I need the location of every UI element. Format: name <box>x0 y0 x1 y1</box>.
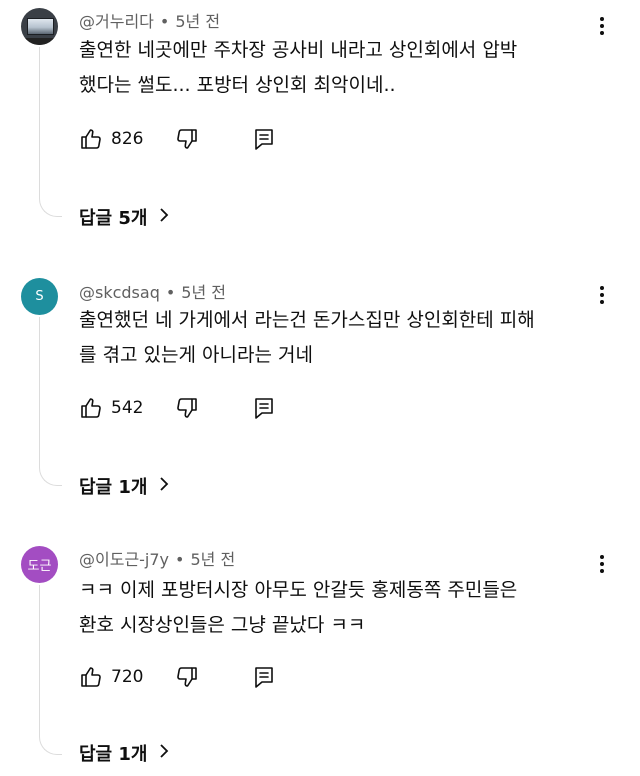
chevron-right-icon <box>159 207 169 228</box>
comment-text: ㅋㅋ 이제 포방터시장 아무도 안갈듯 홍제동쪽 주민들은 환호 시장상인들은 … <box>79 573 609 643</box>
comment-reply-icon[interactable] <box>253 396 275 420</box>
comment-time: 5년 전 <box>190 550 236 569</box>
view-replies-button[interactable]: 답글 5개 <box>79 204 169 230</box>
comment-meta: @이도근-j7y • 5년 전 <box>79 550 236 569</box>
comment-time: 5년 전 <box>175 12 221 31</box>
comment-text-line: 했다는 썰도... 포방터 상인회 최악이네.. <box>79 74 396 96</box>
comment-actions: 826 <box>79 124 275 154</box>
thread-line <box>39 47 62 217</box>
thumbs-up-icon[interactable] <box>79 665 103 689</box>
avatar-photo-base <box>21 38 58 45</box>
thumbs-up-icon[interactable] <box>79 127 103 151</box>
comment: 도근 @이도근-j7y • 5년 전 ㅋㅋ 이제 포방터시장 아무도 안갈듯 홍제동… <box>0 538 640 776</box>
like-count: 720 <box>111 667 144 687</box>
comment: S @skcdsaq • 5년 전 출연했던 네 가게에서 라는건 돈가스집만 상인… <box>0 269 640 538</box>
thumbs-down-icon[interactable] <box>175 127 199 151</box>
thread-line <box>39 585 62 755</box>
view-replies-button[interactable]: 답글 1개 <box>79 740 169 766</box>
like-count: 826 <box>111 129 144 149</box>
comment-time: 5년 전 <box>181 283 227 302</box>
avatar-label: S <box>35 289 44 304</box>
comment-meta: @skcdsaq • 5년 전 <box>79 283 227 302</box>
comment-actions: 542 <box>79 393 275 423</box>
comment-text-line: 를 겪고 있는게 아니라는 거네 <box>79 344 313 366</box>
comment-text: 출연한 네곳에만 주차장 공사비 내라고 상인회에서 압박 했다는 썰도... … <box>79 33 609 103</box>
replies-count: 답글 5개 <box>79 208 148 229</box>
comment-author[interactable]: @거누리다 <box>79 12 154 31</box>
comment-text-line: 출연했던 네 가게에서 라는건 돈가스집만 상인회한테 피해 <box>79 309 535 331</box>
comment-text-line: 출연한 네곳에만 주차장 공사비 내라고 상인회에서 압박 <box>79 39 518 61</box>
comment-author[interactable]: @이도근-j7y <box>79 550 169 569</box>
replies-count: 답글 1개 <box>79 744 148 765</box>
thumbs-up-icon[interactable] <box>79 396 103 420</box>
like-count: 542 <box>111 398 144 418</box>
chevron-right-icon <box>159 743 169 764</box>
comment: @거누리다 • 5년 전 출연한 네곳에만 주차장 공사비 내라고 상인회에서 압박… <box>0 0 640 269</box>
thread-line <box>39 317 62 486</box>
view-replies-button[interactable]: 답글 1개 <box>79 473 169 499</box>
avatar[interactable]: S <box>21 278 58 315</box>
thumbs-down-icon[interactable] <box>175 396 199 420</box>
chevron-right-icon <box>159 476 169 497</box>
avatar[interactable]: 도근 <box>21 546 58 583</box>
avatar-photo-screen <box>27 18 54 35</box>
comment-reply-icon[interactable] <box>253 665 275 689</box>
comment-text-line: ㅋㅋ 이제 포방터시장 아무도 안갈듯 홍제동쪽 주민들은 <box>79 579 518 601</box>
comment-text-line: 환호 시장상인들은 그냥 끝났다 ㅋㅋ <box>79 614 366 636</box>
comment-author[interactable]: @skcdsaq <box>79 283 160 302</box>
avatar[interactable] <box>21 8 58 45</box>
comment-actions: 720 <box>79 662 275 692</box>
comment-reply-icon[interactable] <box>253 127 275 151</box>
avatar-label: 도근 <box>27 559 52 574</box>
replies-count: 답글 1개 <box>79 477 148 498</box>
comment-meta: @거누리다 • 5년 전 <box>79 12 221 31</box>
thumbs-down-icon[interactable] <box>175 665 199 689</box>
comment-text: 출연했던 네 가게에서 라는건 돈가스집만 상인회한테 피해 를 겪고 있는게 … <box>79 303 609 373</box>
